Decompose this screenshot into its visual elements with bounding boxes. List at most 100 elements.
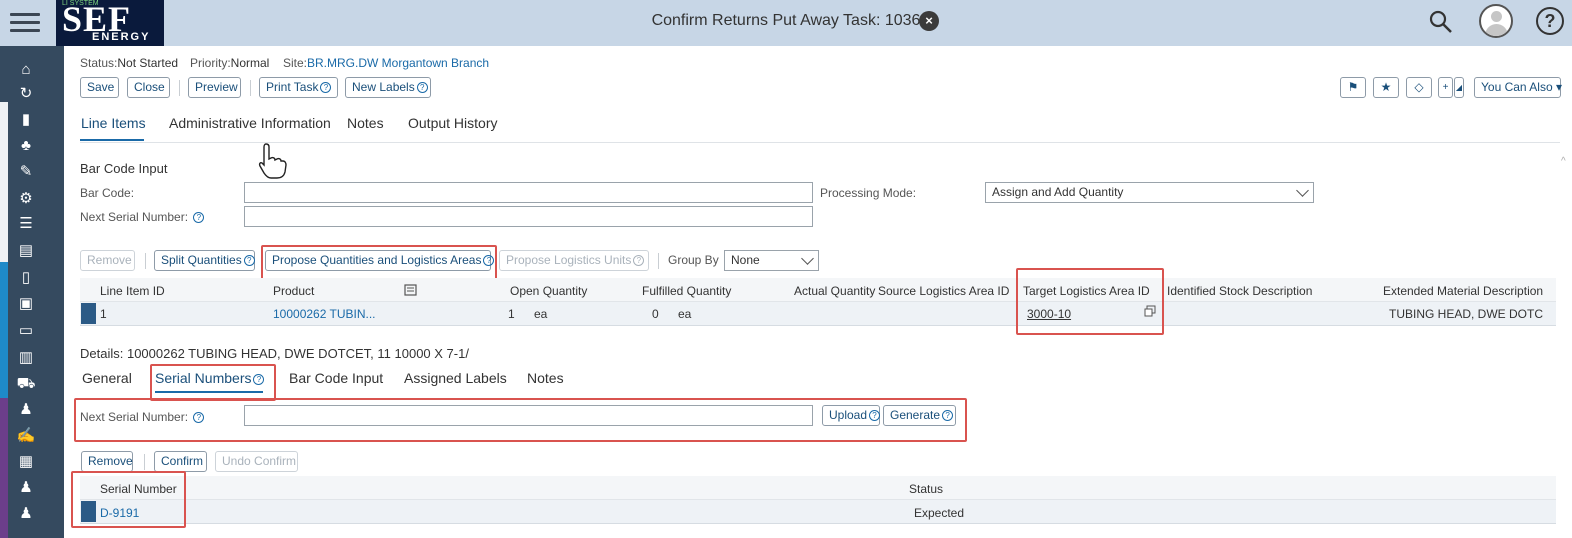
col-header-open-quantity[interactable]: Open Quantity <box>510 284 587 298</box>
shell-bar: LI SYSTEM SEF ENERGY Confirm Returns Put… <box>0 0 1572 46</box>
receipt-icon[interactable]: ▦ <box>16 452 36 472</box>
scroll-up-icon[interactable]: ^ <box>1561 156 1566 167</box>
tab-selected-indicator <box>80 139 144 141</box>
detail-tab-general[interactable]: General <box>82 370 132 386</box>
table-settings-icon[interactable] <box>404 283 418 297</box>
bar-code-label: Bar Code: <box>80 186 135 200</box>
preview-button[interactable]: Preview <box>188 77 241 98</box>
priority-label: Priority: <box>190 56 231 70</box>
processing-mode-select[interactable]: Assign and Add Quantity <box>985 182 1314 203</box>
edit-icon[interactable]: ✍ <box>16 426 36 446</box>
person-icon[interactable]: ♟ <box>16 400 36 420</box>
highlight-box <box>71 471 186 528</box>
highlight-box <box>1016 268 1164 335</box>
tab-output-history[interactable]: Output History <box>408 115 497 131</box>
toolbar-separator <box>144 454 145 470</box>
car-icon[interactable]: ⛟ <box>16 374 36 394</box>
close-button[interactable]: Close <box>127 77 170 98</box>
print-task-button[interactable]: Print Task? <box>259 77 338 98</box>
col-header-source-area[interactable]: Source Logistics Area ID <box>878 284 1009 298</box>
save-button[interactable]: Save <box>80 77 119 98</box>
col-header-extended-material[interactable]: Extended Material Description <box>1383 284 1543 298</box>
remove-serial-button[interactable]: Remove <box>81 451 133 472</box>
add-icon[interactable]: + <box>1438 77 1453 98</box>
favorite-star-icon[interactable]: ★ <box>1373 77 1399 98</box>
next-serial-number-input[interactable] <box>244 206 813 227</box>
rail-color-strip <box>0 102 8 538</box>
tab-line-items[interactable]: Line Items <box>81 115 146 131</box>
page-title: Confirm Returns Put Away Task: 1036 <box>651 12 921 29</box>
cell-extended-desc: TUBING HEAD, DWE DOTC <box>1389 307 1544 321</box>
status-label: Status: <box>80 56 118 70</box>
cell-status: Expected <box>914 506 965 520</box>
site-field: Site:BR.MRG.DW Morgantown Branch <box>283 56 489 70</box>
main-content: Status:Not Started Priority:Normal Site:… <box>64 46 1572 538</box>
org-icon[interactable]: ♣ <box>16 136 36 156</box>
user-list-icon[interactable]: ☰ <box>16 214 36 234</box>
you-can-also-label: You Can Also <box>1481 80 1553 94</box>
document-icon[interactable]: ▯ <box>16 268 36 288</box>
contact-card-icon[interactable]: ▣ <box>16 294 36 314</box>
bar-code-input[interactable] <box>244 182 813 203</box>
site-link[interactable]: BR.MRG.DW Morgantown Branch <box>307 56 489 70</box>
confirm-button[interactable]: Confirm <box>154 451 207 472</box>
help-icon[interactable]: ? <box>193 212 205 223</box>
group-by-label: Group By <box>668 253 719 267</box>
table-row[interactable] <box>80 500 1556 524</box>
you-can-also-button[interactable]: You Can Also ▾ <box>1474 77 1562 98</box>
remove-line-button[interactable]: Remove <box>80 250 135 271</box>
logo-subtext: ENERGY <box>92 31 151 43</box>
person-3-icon[interactable]: ♟ <box>16 504 36 524</box>
close-task-icon[interactable]: × <box>919 11 939 31</box>
company-logo[interactable]: LI SYSTEM SEF ENERGY <box>56 0 164 46</box>
eraser-icon[interactable]: ◇ <box>1406 77 1432 98</box>
group-by-value: None <box>731 253 760 267</box>
col-header-actual-quantity[interactable]: Actual Quantity <box>794 284 875 298</box>
cell-product-link[interactable]: 10000262 TUBIN... <box>273 307 376 321</box>
propose-logistics-units-button[interactable]: Propose Logistics Units? <box>499 250 649 271</box>
id-card-icon[interactable]: ▤ <box>16 241 36 261</box>
serial-table-header <box>80 476 1556 500</box>
checklist-icon[interactable]: ▥ <box>16 348 36 368</box>
tab-administrative-information[interactable]: Administrative Information <box>169 115 331 131</box>
flag-icon[interactable]: ⚑ <box>1340 77 1366 98</box>
cell-fulfilled-qty: 0 <box>652 307 659 321</box>
bar-code-section-title: Bar Code Input <box>80 161 168 176</box>
detail-tab-notes[interactable]: Notes <box>527 370 564 386</box>
highlight-box <box>74 398 967 442</box>
settings-icon[interactable]: ⚙ <box>16 189 36 209</box>
menu-icon[interactable] <box>10 8 40 38</box>
col-header-identified-stock[interactable]: Identified Stock Description <box>1167 284 1312 298</box>
detail-tab-assigned-labels[interactable]: Assigned Labels <box>404 370 507 386</box>
help-icon[interactable]: ? <box>1536 7 1564 35</box>
split-quantities-button[interactable]: Split Quantities? <box>154 250 255 271</box>
search-icon[interactable] <box>1428 9 1454 35</box>
tab-divider <box>80 142 1560 143</box>
col-header-line-item-id[interactable]: Line Item ID <box>100 284 165 298</box>
col-header-product[interactable]: Product <box>273 284 314 298</box>
refresh-icon[interactable]: ↻ <box>16 84 36 104</box>
clipboard-icon[interactable]: ▭ <box>16 321 36 341</box>
cell-open-qty: 1 <box>508 307 515 321</box>
new-labels-label: New Labels <box>352 80 415 94</box>
help-icon: ? <box>416 82 428 93</box>
person-2-icon[interactable]: ♟ <box>16 478 36 498</box>
bar-chart-icon[interactable]: ▮ <box>16 110 36 130</box>
status-value: Not Started <box>117 56 179 70</box>
undo-confirm-button[interactable]: Undo Confirm <box>215 451 298 472</box>
toolbar-separator <box>145 253 146 269</box>
cell-fulfilled-unit: ea <box>678 307 692 321</box>
detail-tab-bar-code-input[interactable]: Bar Code Input <box>289 370 383 386</box>
tab-notes[interactable]: Notes <box>347 115 384 131</box>
row-selector[interactable] <box>81 303 96 324</box>
col-header-status[interactable]: Status <box>909 482 943 496</box>
group-by-select[interactable]: None <box>724 250 819 271</box>
new-labels-button[interactable]: New Labels? <box>345 77 431 98</box>
cell-open-unit: ea <box>534 307 548 321</box>
resize-icon[interactable]: ◢ <box>1454 77 1464 98</box>
details-title: Details: 10000262 TUBING HEAD, DWE DOTCE… <box>80 346 469 361</box>
tools-icon[interactable]: ✎ <box>16 162 36 182</box>
col-header-fulfilled-quantity[interactable]: Fulfilled Quantity <box>642 284 731 298</box>
user-avatar[interactable] <box>1479 4 1513 38</box>
home-icon[interactable]: ⌂ <box>16 60 36 80</box>
